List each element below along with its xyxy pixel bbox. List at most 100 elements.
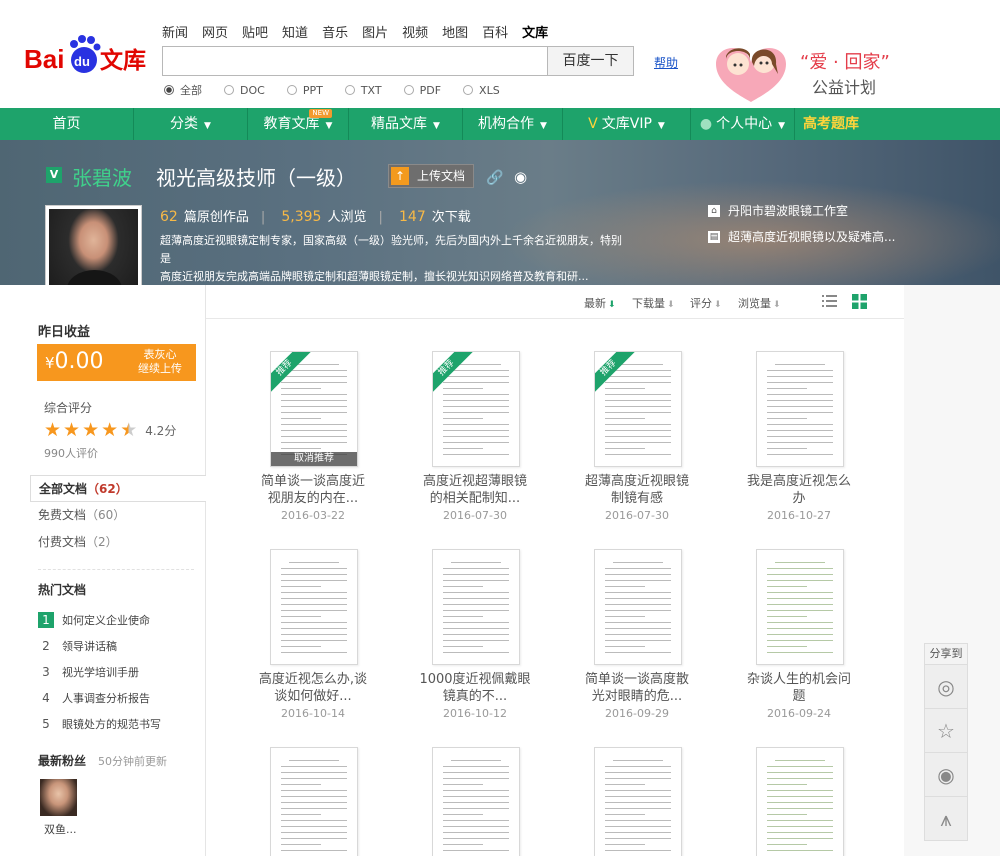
document-title[interactable]: 高度近视超薄眼镜 的相关配制知... <box>394 473 556 507</box>
document-thumbnail[interactable] <box>756 351 844 467</box>
thumbnail-text-line <box>605 790 671 791</box>
thumbnail-text-line <box>605 580 671 581</box>
topnav-zhidao[interactable]: 知道 <box>282 22 308 41</box>
fan-name[interactable]: 双鱼... <box>44 821 77 837</box>
thumbnail-text-line <box>281 586 321 587</box>
link-icon[interactable]: 🔗 <box>486 170 503 186</box>
thumbnail-text-line <box>281 838 347 839</box>
thumbnail-text-line <box>443 586 483 587</box>
document-thumbnail[interactable] <box>594 549 682 665</box>
topnav-music[interactable]: 音乐 <box>322 22 348 41</box>
search-input[interactable] <box>162 46 548 76</box>
nav-institution[interactable]: 机构合作 ▼ <box>463 108 563 140</box>
thumbnail-text-line <box>767 610 833 611</box>
document-thumbnail[interactable] <box>756 549 844 665</box>
charity-subtitle[interactable]: 公益计划 <box>812 74 876 98</box>
topnav-images[interactable]: 图片 <box>362 22 388 41</box>
sort-rating[interactable]: 评分 ⬇ <box>690 295 722 311</box>
document-thumbnail[interactable] <box>756 747 844 856</box>
weibo-icon[interactable]: ◉ <box>924 753 968 797</box>
document-thumbnail[interactable] <box>432 747 520 856</box>
fan-avatar[interactable] <box>40 779 77 816</box>
tab-free-docs[interactable]: 免费文档（60） <box>30 502 206 529</box>
hot-doc-item[interactable]: 1 如何定义企业使命 <box>38 607 161 633</box>
filter-xls[interactable]: XLS <box>463 82 500 98</box>
earnings-box[interactable]: ¥0.00 表灰心 继续上传 <box>37 344 196 381</box>
thumbnail-text-line <box>281 790 347 791</box>
thumbnail-text-line <box>443 616 483 617</box>
nav-home[interactable]: 首页 <box>0 108 134 140</box>
filter-txt[interactable]: TXT <box>344 82 382 98</box>
tab-all-docs[interactable]: 全部文档（62） <box>30 475 207 502</box>
topnav-video[interactable]: 视频 <box>402 22 428 41</box>
weibo-icon[interactable]: ◉ <box>514 168 527 186</box>
document-title[interactable]: 高度近视怎么办,谈 谈如何做好... <box>232 671 394 705</box>
list-view-icon[interactable] <box>822 294 837 309</box>
nav-vip[interactable]: V 文库VIP ▼ <box>563 108 691 140</box>
thumbnail-text-line <box>443 454 509 455</box>
charity-title[interactable]: “爱 · 回家” <box>800 48 890 74</box>
document-thumbnail[interactable] <box>270 549 358 665</box>
sort-newest[interactable]: 最新 ⬇ <box>584 295 616 311</box>
sort-views[interactable]: 浏览量 ⬇ <box>738 295 781 311</box>
earnings-title: 昨日收益 <box>38 325 91 340</box>
nav-category[interactable]: 分类 ▼ <box>134 108 248 140</box>
document-thumbnail[interactable] <box>270 747 358 856</box>
grid-view-icon[interactable] <box>852 294 867 309</box>
cancel-recommend-button[interactable]: 取消推荐 <box>271 452 357 466</box>
hot-doc-item[interactable]: 2 领导讲话稿 <box>38 633 161 659</box>
thumbnail-text-line <box>767 646 807 647</box>
filter-pdf[interactable]: PDF <box>403 82 441 98</box>
document-thumbnail[interactable]: 推荐 <box>432 351 520 467</box>
thumbnail-text-line <box>443 790 509 791</box>
topnav-baike[interactable]: 百科 <box>482 22 508 41</box>
baidu-wenku-logo[interactable]: Bai du 文库 <box>24 30 152 78</box>
nav-gaokao[interactable]: 高考题库 <box>795 108 867 140</box>
topnav-map[interactable]: 地图 <box>442 22 468 41</box>
document-title-line: 光对眼睛的危... <box>591 689 683 704</box>
star-icon: ★ <box>44 419 62 441</box>
document-title[interactable]: 1000度近视佩戴眼 镜真的不... <box>394 671 556 705</box>
document-title-line: 简单谈一谈高度散 <box>584 672 689 687</box>
profile-banner: V 张碧波 视光高级技师（一级） ↑ 上传文档 🔗 ◉ 62 篇原创作品 | 5,39… <box>0 140 1000 285</box>
document-thumbnail[interactable]: 推荐 <box>594 351 682 467</box>
nav-personal[interactable]: ● 个人中心 ▼ <box>691 108 795 140</box>
topnav-wenku[interactable]: 文库 <box>522 22 548 41</box>
document-title[interactable]: 超薄高度近视眼镜 制镜有感 <box>556 473 718 507</box>
document-title-line: 镜真的不... <box>442 689 508 704</box>
thumbnail-text-line <box>281 814 321 815</box>
nav-premium[interactable]: 精品文库 ▼ <box>349 108 463 140</box>
document-title[interactable]: 杂谈人生的机会问题 <box>718 671 880 705</box>
upload-document-button[interactable]: ↑ 上传文档 <box>388 164 475 188</box>
nav-education[interactable]: 教育文库 ▼ NEW <box>248 108 349 140</box>
qzone-icon[interactable]: ☆ <box>924 709 968 753</box>
hot-doc-item[interactable]: 4 人事调查分析报告 <box>38 685 161 711</box>
help-link[interactable]: 帮助 <box>654 54 678 71</box>
earnings-tip: 表灰心 继续上传 <box>138 348 182 375</box>
search-button[interactable]: 百度一下 <box>548 46 634 76</box>
hot-doc-item[interactable]: 5 眼镜处方的规范书写 <box>38 711 161 737</box>
document-title[interactable]: 我是高度近视怎么办 <box>718 473 880 507</box>
thumbnail-text-line <box>605 652 671 653</box>
topnav-news[interactable]: 新闻 <box>162 22 188 41</box>
document-thumbnail[interactable]: 推荐 取消推荐 <box>270 351 358 467</box>
topnav-web[interactable]: 网页 <box>202 22 228 41</box>
document-title[interactable]: 简单谈一谈高度散 光对眼睛的危... <box>556 671 718 705</box>
specialty-link[interactable]: ▤ 超薄高度近视眼镜以及疑难高... <box>708 228 895 245</box>
radio-icon <box>403 85 414 95</box>
document-title[interactable]: 简单谈一谈高度近 视朋友的内在... <box>232 473 394 507</box>
org-link[interactable]: ⌂ 丹阳市碧波眼镜工作室 <box>708 202 895 219</box>
filter-doc[interactable]: DOC <box>224 82 265 98</box>
filter-all[interactable]: 全部 <box>164 82 202 98</box>
hot-doc-item[interactable]: 3 视光学培训手册 <box>38 659 161 685</box>
document-thumbnail[interactable] <box>432 549 520 665</box>
topnav-tieba[interactable]: 贴吧 <box>242 22 268 41</box>
tieba-icon[interactable]: ⩚ <box>924 797 968 841</box>
wechat-icon[interactable]: ◎ <box>924 665 968 709</box>
filter-ppt[interactable]: PPT <box>286 82 323 98</box>
thumbnail-text-line <box>281 406 347 407</box>
thumbnail-text-line <box>281 628 347 629</box>
document-thumbnail[interactable] <box>594 747 682 856</box>
tab-paid-docs[interactable]: 付费文档（2） <box>30 529 206 556</box>
sort-downloads[interactable]: 下载量 ⬇ <box>632 295 675 311</box>
